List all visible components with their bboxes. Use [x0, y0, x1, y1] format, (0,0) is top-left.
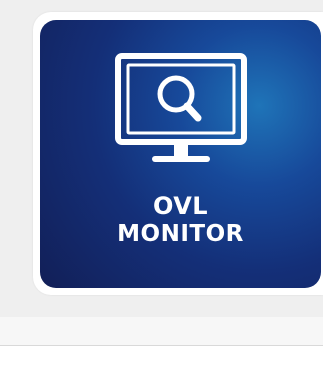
tile-title-line1: OVL — [152, 192, 209, 220]
monitor-search-icon — [115, 53, 247, 162]
ovl-monitor-tile[interactable]: OVL MONITOR — [40, 20, 321, 288]
footer-bar — [0, 317, 323, 346]
tile-title-line2: MONITOR — [117, 221, 244, 247]
bottom-area — [0, 346, 323, 391]
app-tile-area: OVL MONITOR — [0, 0, 323, 317]
